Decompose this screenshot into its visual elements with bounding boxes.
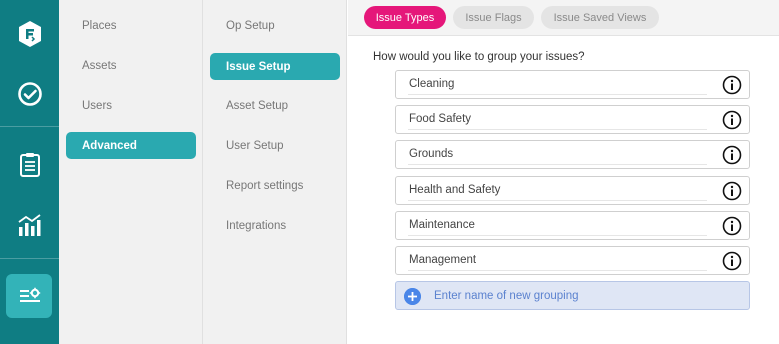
grouping-row[interactable]: Management (395, 246, 750, 275)
divider (408, 235, 707, 236)
grouping-row[interactable]: Health and Safety (395, 176, 750, 205)
nav-item-issue-setup[interactable]: Issue Setup (210, 53, 340, 80)
info-icon[interactable] (722, 75, 742, 95)
settings-sliders-icon[interactable] (0, 271, 59, 321)
nav-item-places[interactable]: Places (66, 12, 196, 39)
info-icon[interactable] (722, 251, 742, 271)
nav-item-assets[interactable]: Assets (66, 52, 196, 79)
divider (408, 164, 707, 165)
divider (408, 200, 707, 201)
chart-icon[interactable] (0, 200, 59, 250)
info-icon[interactable] (722, 181, 742, 201)
new-grouping-row (395, 281, 750, 310)
nav-item-op-setup[interactable]: Op Setup (210, 12, 340, 39)
tab-bar: Issue Types Issue Flags Issue Saved View… (348, 0, 779, 36)
tab-issue-flags[interactable]: Issue Flags (453, 6, 534, 29)
nav-item-user-setup[interactable]: User Setup (210, 132, 340, 159)
new-grouping-input[interactable] (434, 287, 734, 305)
info-icon[interactable] (722, 216, 742, 236)
nav-item-users[interactable]: Users (66, 92, 196, 119)
grouping-label: Cleaning (409, 78, 455, 90)
group-question: How would you like to group your issues? (373, 51, 585, 63)
divider (408, 129, 707, 130)
divider (408, 94, 707, 95)
divider (408, 270, 707, 271)
grouping-label: Health and Safety (409, 184, 501, 196)
app-logo-icon[interactable] (0, 9, 59, 59)
grouping-row[interactable]: Food Safety (395, 105, 750, 134)
grouping-row[interactable]: Cleaning (395, 70, 750, 99)
grouping-label: Maintenance (409, 219, 475, 231)
grouping-row[interactable]: Grounds (395, 140, 750, 169)
main-panel: Issue Types Issue Flags Issue Saved View… (348, 0, 779, 344)
add-icon[interactable] (404, 288, 421, 305)
nav-item-integrations[interactable]: Integrations (210, 212, 340, 239)
clipboard-icon[interactable] (0, 140, 59, 190)
rail-divider (0, 258, 59, 259)
tab-issue-types[interactable]: Issue Types (364, 6, 446, 29)
rail-divider (0, 126, 59, 127)
icon-rail (0, 0, 59, 344)
secondary-nav: Op Setup Issue Setup Asset Setup User Se… (203, 0, 347, 344)
grouping-row[interactable]: Maintenance (395, 211, 750, 240)
grouping-label: Grounds (409, 148, 454, 160)
nav-item-advanced[interactable]: Advanced (66, 132, 196, 159)
primary-nav: Places Assets Users Advanced (59, 0, 203, 344)
info-icon[interactable] (722, 110, 742, 130)
grouping-label: Food Safety (409, 113, 472, 125)
grouping-label: Management (409, 254, 477, 266)
info-icon[interactable] (722, 145, 742, 165)
tab-issue-saved-views[interactable]: Issue Saved Views (541, 6, 659, 29)
nav-item-asset-setup[interactable]: Asset Setup (210, 92, 340, 119)
nav-item-report-settings[interactable]: Report settings (210, 172, 340, 199)
check-circle-icon[interactable] (0, 69, 59, 119)
